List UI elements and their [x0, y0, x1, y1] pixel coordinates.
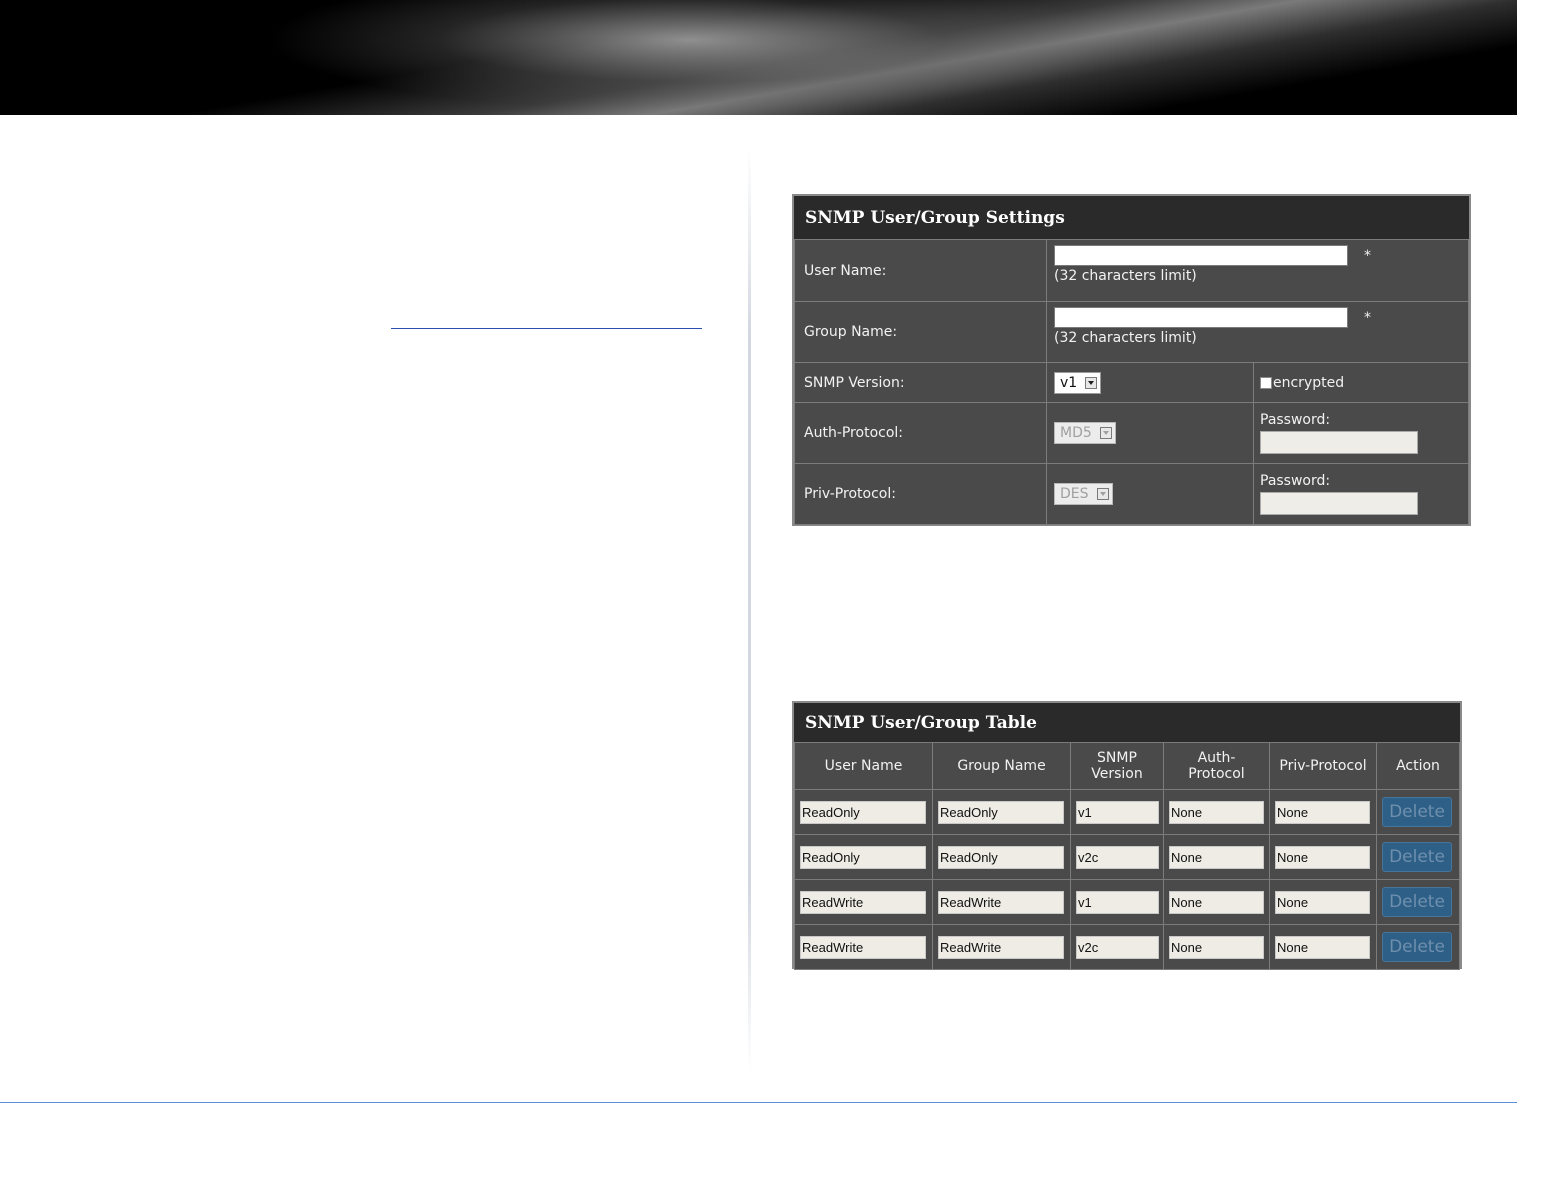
required-mark: *: [1364, 247, 1371, 264]
delete-button[interactable]: Delete: [1382, 797, 1452, 827]
priv-protocol-value: DES: [1060, 486, 1089, 502]
snmp-version-field[interactable]: v2c: [1076, 845, 1159, 869]
snmp-user-group-settings-panel: SNMP User/Group Settings User Name: * (3…: [792, 194, 1471, 526]
table-cell: ReadWrite: [932, 879, 1071, 925]
user-name-label: User Name:: [794, 239, 1047, 302]
snmp-user-group-table-panel: SNMP User/Group Table User Name Group Na…: [792, 701, 1462, 970]
col-header-snmp-version: SNMP Version: [1070, 742, 1164, 790]
table-row: ReadOnly ReadOnly v1 None None Delete: [794, 789, 1460, 835]
group-name-label: Group Name:: [794, 301, 1047, 363]
table-row: ReadWrite ReadWrite v2c None None Delete: [794, 924, 1460, 970]
priv-protocol-field[interactable]: None: [1275, 890, 1370, 914]
table-cell: ReadOnly: [932, 834, 1071, 880]
user-name-field[interactable]: ReadOnly: [800, 845, 926, 869]
auth-password-input[interactable]: [1260, 431, 1418, 454]
col-header-auth-protocol: Auth-Protocol: [1163, 742, 1270, 790]
group-name-field[interactable]: ReadOnly: [938, 800, 1064, 824]
user-name-hint: (32 characters limit): [1054, 268, 1197, 284]
priv-protocol-field[interactable]: None: [1275, 845, 1370, 869]
table-cell: None: [1269, 879, 1377, 925]
table-cell: None: [1163, 789, 1270, 835]
table-cell: Delete: [1376, 924, 1460, 970]
encrypted-checkbox[interactable]: [1260, 376, 1272, 389]
table-cell: Delete: [1376, 879, 1460, 925]
chevron-down-icon: [1099, 427, 1112, 439]
delete-button[interactable]: Delete: [1382, 842, 1452, 872]
table-cell: v2c: [1070, 834, 1164, 880]
header-banner: [0, 0, 1517, 115]
user-group-table: User Name Group Name SNMP Version Auth-P…: [794, 742, 1460, 970]
priv-protocol-field[interactable]: None: [1275, 800, 1370, 824]
column-divider: [748, 148, 751, 1073]
group-name-input[interactable]: [1054, 307, 1348, 328]
user-name-field[interactable]: ReadWrite: [800, 935, 926, 959]
user-name-input[interactable]: [1054, 245, 1348, 266]
table-row: ReadOnly ReadOnly v2c None None Delete: [794, 834, 1460, 880]
snmp-version-label: SNMP Version:: [794, 362, 1047, 403]
col-header-priv-protocol: Priv-Protocol: [1269, 742, 1377, 790]
table-cell: None: [1163, 879, 1270, 925]
table-cell: ReadOnly: [794, 789, 933, 835]
auth-password-label: Password:: [1260, 412, 1331, 428]
table-cell: None: [1269, 789, 1377, 835]
priv-protocol-label: Priv-Protocol:: [794, 463, 1047, 525]
snmp-version-field[interactable]: v1: [1076, 890, 1159, 914]
group-name-hint: (32 characters limit): [1054, 330, 1197, 346]
table-cell: Delete: [1376, 834, 1460, 880]
table-cell: v1: [1070, 879, 1164, 925]
col-header-action: Action: [1376, 742, 1460, 790]
table-cell: None: [1163, 834, 1270, 880]
auth-protocol-select[interactable]: MD5: [1054, 422, 1116, 444]
required-mark: *: [1364, 309, 1371, 326]
snmp-version-field[interactable]: v1: [1076, 800, 1159, 824]
table-cell: ReadOnly: [932, 789, 1071, 835]
user-name-field[interactable]: ReadWrite: [800, 890, 926, 914]
group-name-field[interactable]: ReadWrite: [938, 935, 1064, 959]
snmp-version-field[interactable]: v2c: [1076, 935, 1159, 959]
auth-protocol-value: MD5: [1060, 425, 1092, 441]
table-row: ReadWrite ReadWrite v1 None None Delete: [794, 879, 1460, 925]
col-header-user-name: User Name: [794, 742, 933, 790]
priv-protocol-select[interactable]: DES: [1054, 483, 1113, 505]
priv-password-input[interactable]: [1260, 492, 1418, 515]
encrypted-label: encrypted: [1273, 374, 1345, 391]
chevron-down-icon: [1096, 488, 1109, 500]
table-cell: ReadWrite: [794, 879, 933, 925]
delete-button[interactable]: Delete: [1382, 887, 1452, 917]
group-name-field[interactable]: ReadWrite: [938, 890, 1064, 914]
table-cell: v2c: [1070, 924, 1164, 970]
table-cell: Delete: [1376, 789, 1460, 835]
settings-form-table: User Name: * (32 characters limit) Group…: [794, 239, 1469, 525]
auth-protocol-field[interactable]: None: [1169, 845, 1264, 869]
footer-rule: [0, 1102, 1517, 1103]
col-header-group-name: Group Name: [932, 742, 1071, 790]
settings-panel-title: SNMP User/Group Settings: [794, 196, 1469, 239]
table-cell: None: [1269, 924, 1377, 970]
link-underline: [391, 328, 702, 329]
group-name-field[interactable]: ReadOnly: [938, 845, 1064, 869]
table-cell: ReadWrite: [932, 924, 1071, 970]
auth-protocol-field[interactable]: None: [1169, 890, 1264, 914]
table-cell: v1: [1070, 789, 1164, 835]
delete-button[interactable]: Delete: [1382, 932, 1452, 962]
snmp-version-value: v1: [1060, 374, 1078, 391]
auth-protocol-field[interactable]: None: [1169, 935, 1264, 959]
table-cell: ReadOnly: [794, 834, 933, 880]
table-cell: ReadWrite: [794, 924, 933, 970]
table-cell: None: [1269, 834, 1377, 880]
priv-protocol-field[interactable]: None: [1275, 935, 1370, 959]
auth-protocol-field[interactable]: None: [1169, 800, 1264, 824]
chevron-down-icon: [1085, 376, 1098, 389]
auth-protocol-label: Auth-Protocol:: [794, 402, 1047, 464]
priv-password-label: Password:: [1260, 473, 1331, 489]
table-panel-title: SNMP User/Group Table: [794, 703, 1460, 742]
table-cell: None: [1163, 924, 1270, 970]
user-name-field[interactable]: ReadOnly: [800, 800, 926, 824]
snmp-version-select[interactable]: v1: [1054, 371, 1102, 394]
